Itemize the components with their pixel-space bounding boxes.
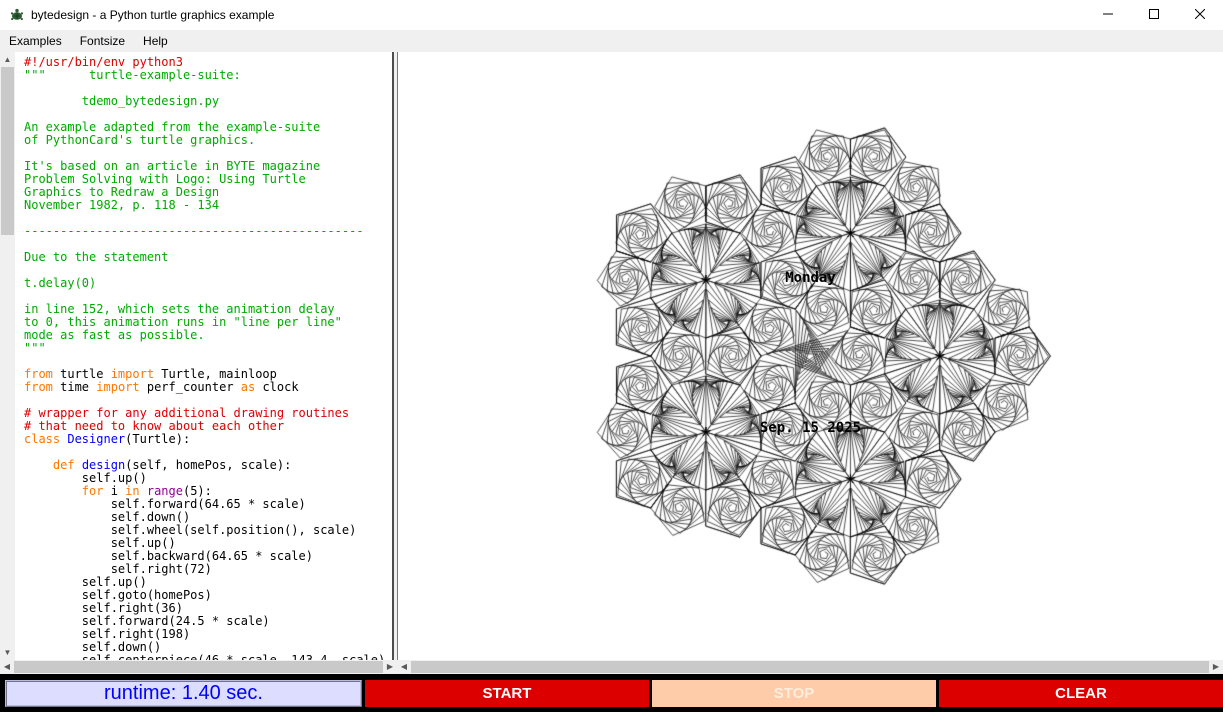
code-horizontal-scrollbar[interactable]: ◀ ▶: [0, 660, 397, 674]
start-button[interactable]: START: [365, 680, 649, 707]
scroll-right-icon[interactable]: ▶: [1209, 660, 1223, 674]
code-line: of PythonCard's turtle graphics.: [24, 134, 392, 147]
turtle-drawing-canvas: [398, 52, 1223, 660]
code-line: t.delay(0): [24, 277, 392, 290]
code-text[interactable]: #!/usr/bin/env python3""" turtle-example…: [15, 52, 394, 660]
clear-button[interactable]: CLEAR: [939, 680, 1223, 707]
canvas-panel: Monday Sep. 15 2025 ◀ ▶: [397, 52, 1223, 674]
scroll-down-icon[interactable]: ▼: [0, 645, 15, 660]
code-line: ----------------------------------------…: [24, 225, 392, 238]
code-line: Due to the statement: [24, 251, 392, 264]
code-hscroll-thumb[interactable]: [14, 661, 383, 673]
title-bar[interactable]: bytedesign - a Python turtle graphics ex…: [0, 0, 1223, 30]
close-button[interactable]: [1177, 0, 1223, 30]
menu-bar: Examples Fontsize Help: [0, 30, 1223, 52]
code-line: from time import perf_counter as clock: [24, 381, 392, 394]
window-controls: [1085, 0, 1223, 30]
code-viewer-panel: ▲ ▼ #!/usr/bin/env python3""" turtle-exa…: [0, 52, 397, 674]
code-vertical-scrollbar[interactable]: ▲ ▼: [0, 52, 15, 660]
canvas-horizontal-scrollbar[interactable]: ◀ ▶: [397, 660, 1223, 674]
canvas-hscroll-thumb[interactable]: [411, 661, 1209, 673]
close-icon: [1195, 6, 1205, 24]
window-title: bytedesign - a Python turtle graphics ex…: [31, 8, 274, 22]
code-line: class Designer(Turtle):: [24, 433, 392, 446]
code-line: tdemo_bytedesign.py: [24, 95, 392, 108]
status-bar: runtime: 1.40 sec. START STOP CLEAR: [0, 674, 1223, 712]
menu-item-help[interactable]: Help: [134, 31, 177, 51]
minimize-icon: [1103, 6, 1113, 24]
minimize-button[interactable]: [1085, 0, 1131, 30]
scroll-up-icon[interactable]: ▲: [0, 52, 15, 67]
code-vscroll-thumb[interactable]: [1, 67, 14, 235]
scroll-left-icon[interactable]: ◀: [0, 660, 14, 674]
code-line: mode as fast as possible.: [24, 329, 392, 342]
menu-item-fontsize[interactable]: Fontsize: [71, 31, 134, 51]
turtle-canvas-area: Monday Sep. 15 2025: [397, 52, 1223, 660]
code-line: """: [24, 342, 392, 355]
runtime-label: runtime: 1.40 sec.: [5, 680, 362, 707]
scroll-left-icon[interactable]: ◀: [397, 660, 411, 674]
code-line: November 1982, p. 118 - 134: [24, 199, 392, 212]
main-area: ▲ ▼ #!/usr/bin/env python3""" turtle-exa…: [0, 52, 1223, 674]
turtle-app-icon[interactable]: [9, 7, 25, 23]
menu-item-examples[interactable]: Examples: [0, 31, 71, 51]
maximize-button[interactable]: [1131, 0, 1177, 30]
code-line: """ turtle-example-suite:: [24, 69, 392, 82]
maximize-icon: [1149, 6, 1159, 24]
stop-button[interactable]: STOP: [652, 680, 936, 707]
scroll-right-icon[interactable]: ▶: [383, 660, 397, 674]
